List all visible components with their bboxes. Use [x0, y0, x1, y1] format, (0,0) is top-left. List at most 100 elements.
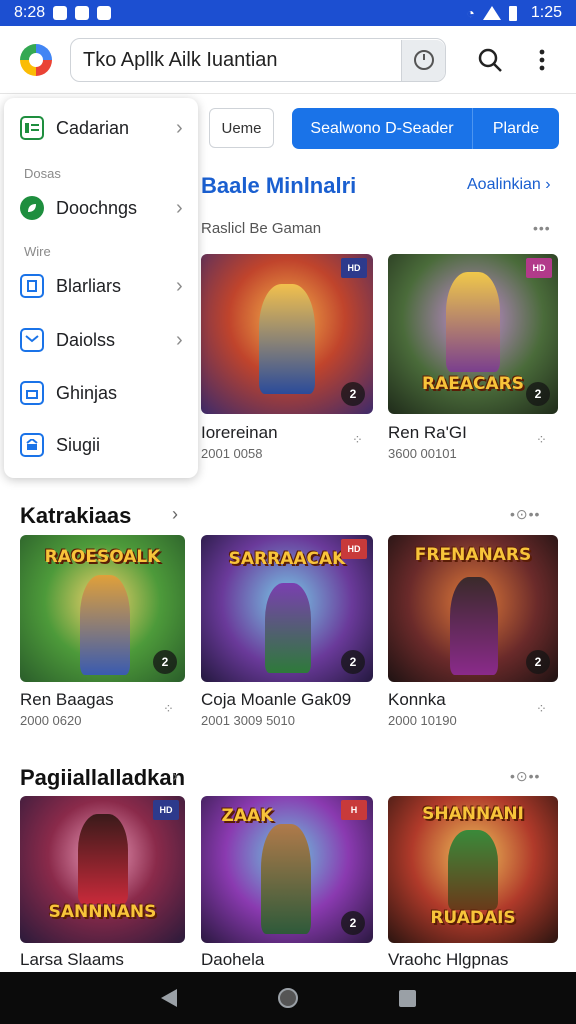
menu-item[interactable]: Cadarian › [4, 108, 198, 148]
chevron-right-icon: › [176, 196, 183, 219]
character-art [80, 575, 130, 675]
chevron-right-icon[interactable]: › [172, 766, 178, 787]
card-title: Vraohc Hlgpnas [388, 950, 509, 969]
search-input[interactable]: Tko Apllk Ailk Iuantian [71, 49, 401, 72]
bag-icon [20, 381, 44, 405]
chevron-right-icon: › [176, 116, 183, 139]
hd-flag: H [341, 800, 367, 820]
game-card-image[interactable]: ZAAK H 2 [201, 796, 373, 943]
menu-item[interactable]: Siugii [4, 425, 198, 465]
game-card-image[interactable]: RAEACARS HD 2 [388, 254, 558, 414]
battery-icon [508, 5, 517, 21]
game-logo: SARRAACAK [228, 549, 346, 569]
card-title: Iorereinan [201, 423, 278, 442]
game-logo: SHANNANI [422, 804, 524, 824]
notification-icon [75, 6, 90, 20]
character-art [448, 830, 498, 910]
card-title: Ren Baagas [20, 690, 114, 709]
chip-primary[interactable]: Sealwono D-Seader [292, 108, 473, 149]
recents-icon[interactable] [398, 989, 416, 1007]
game-logo: RAOESOALK [44, 547, 161, 567]
card-title: Konnka [388, 690, 446, 709]
app-logo-icon[interactable] [20, 44, 52, 76]
status-bar: 8:28 ◔ 1:25 [0, 0, 576, 26]
character-art [261, 824, 311, 934]
chip-home[interactable]: Ueme [209, 108, 274, 148]
hd-flag: HD [153, 800, 179, 820]
more-icon[interactable]: •⊙•• [510, 506, 540, 523]
game-logo: ZAAK [221, 806, 274, 826]
search-bar[interactable]: Tko Apllk Ailk Iuantian [70, 38, 446, 82]
back-icon[interactable] [160, 989, 177, 1007]
card-title: Ren Ra'GI [388, 423, 467, 442]
rating-badge: 2 [341, 650, 365, 674]
game-card-image[interactable]: SHANNANI RUADAIS [388, 796, 558, 943]
game-card-image[interactable]: FRENANARS 2 [388, 535, 558, 682]
system-nav-bar [0, 972, 576, 1024]
menu-heading: Dosas [24, 166, 61, 181]
card-more-icon[interactable]: ⁘ [352, 432, 363, 448]
hd-flag: HD [341, 539, 367, 559]
chevron-right-icon: › [176, 328, 183, 351]
rating-badge: 2 [341, 382, 365, 406]
section-subtitle: Raslicl Be Gaman [201, 220, 322, 237]
chevron-right-icon[interactable]: › [172, 504, 178, 525]
wifi-icon [482, 6, 501, 20]
history-icon[interactable] [401, 39, 445, 81]
game-card-image[interactable]: HD 2 [201, 254, 373, 414]
menu-heading: Wire [24, 244, 51, 259]
character-art [450, 577, 498, 675]
see-all-link[interactable]: Aoalinkian › [467, 176, 551, 194]
rating-badge: 2 [526, 650, 550, 674]
card-title: Larsa Slaams [20, 950, 124, 969]
list-icon [20, 116, 44, 140]
game-logo: SANNNANS [48, 902, 157, 922]
card-meta: 2000 10190 [388, 713, 457, 728]
card-meta: 2001 0058 [201, 446, 263, 461]
game-card-image[interactable]: RAOESOALK 2 [20, 535, 185, 682]
category-dropdown: Cadarian › Dosas Doochngs › Wire Blarlia… [4, 98, 198, 478]
leaf-icon [20, 196, 44, 220]
card-more-icon[interactable]: ⁘ [163, 701, 174, 717]
hd-flag: HD [526, 258, 552, 278]
more-icon[interactable]: •⊙•• [510, 768, 540, 785]
chip-secondary[interactable]: Plarde [473, 108, 559, 149]
rating-badge: 2 [526, 382, 550, 406]
home-icon[interactable] [277, 988, 298, 1008]
game-card-image[interactable]: SARRAACAK HD 2 [201, 535, 373, 682]
character-art [259, 284, 315, 394]
menu-item[interactable]: Daiolss › [4, 320, 198, 360]
search-icon[interactable] [474, 44, 506, 76]
game-logo: FRENANARS [414, 545, 532, 565]
status-clock: 1:25 [530, 4, 562, 21]
card-meta: 3600 00101 [388, 446, 457, 461]
chip-group: Sealwono D-Seader Plarde [292, 108, 559, 149]
rating-badge: 2 [153, 650, 177, 674]
mail-icon [20, 328, 44, 352]
alarm-icon: ◔ [466, 5, 475, 21]
menu-item[interactable]: Blarliars › [4, 266, 198, 306]
card-title: Coja Moanle Gak09 [201, 690, 352, 709]
notification-icon [53, 6, 68, 20]
game-card-image[interactable]: SANNNANS HD [20, 796, 185, 943]
status-time: 8:28 [14, 4, 46, 21]
chevron-right-icon: › [176, 274, 183, 297]
phone-icon [20, 274, 44, 298]
section-title: Katrakiaas [20, 503, 132, 528]
game-logo: RAEACARS [422, 374, 524, 394]
section-title: Baale Minlnalri [201, 173, 357, 198]
card-more-icon[interactable]: ⁘ [536, 701, 547, 717]
hd-flag: HD [341, 258, 367, 278]
card-more-icon[interactable]: ⁘ [536, 432, 547, 448]
more-icon[interactable]: ••• [533, 220, 551, 236]
character-art [265, 583, 311, 673]
game-logo: RUADAIS [430, 908, 516, 928]
notification-icon [97, 6, 112, 20]
more-vert-icon[interactable] [526, 44, 558, 76]
menu-item[interactable]: Ghinjas [4, 373, 198, 413]
menu-item[interactable]: Doochngs › [4, 188, 198, 228]
card-meta: 2000 0620 [20, 713, 82, 728]
card-meta: 2001 3009 5010 [201, 713, 295, 728]
card-title: Daohela [201, 950, 265, 969]
rating-badge: 2 [341, 911, 365, 935]
